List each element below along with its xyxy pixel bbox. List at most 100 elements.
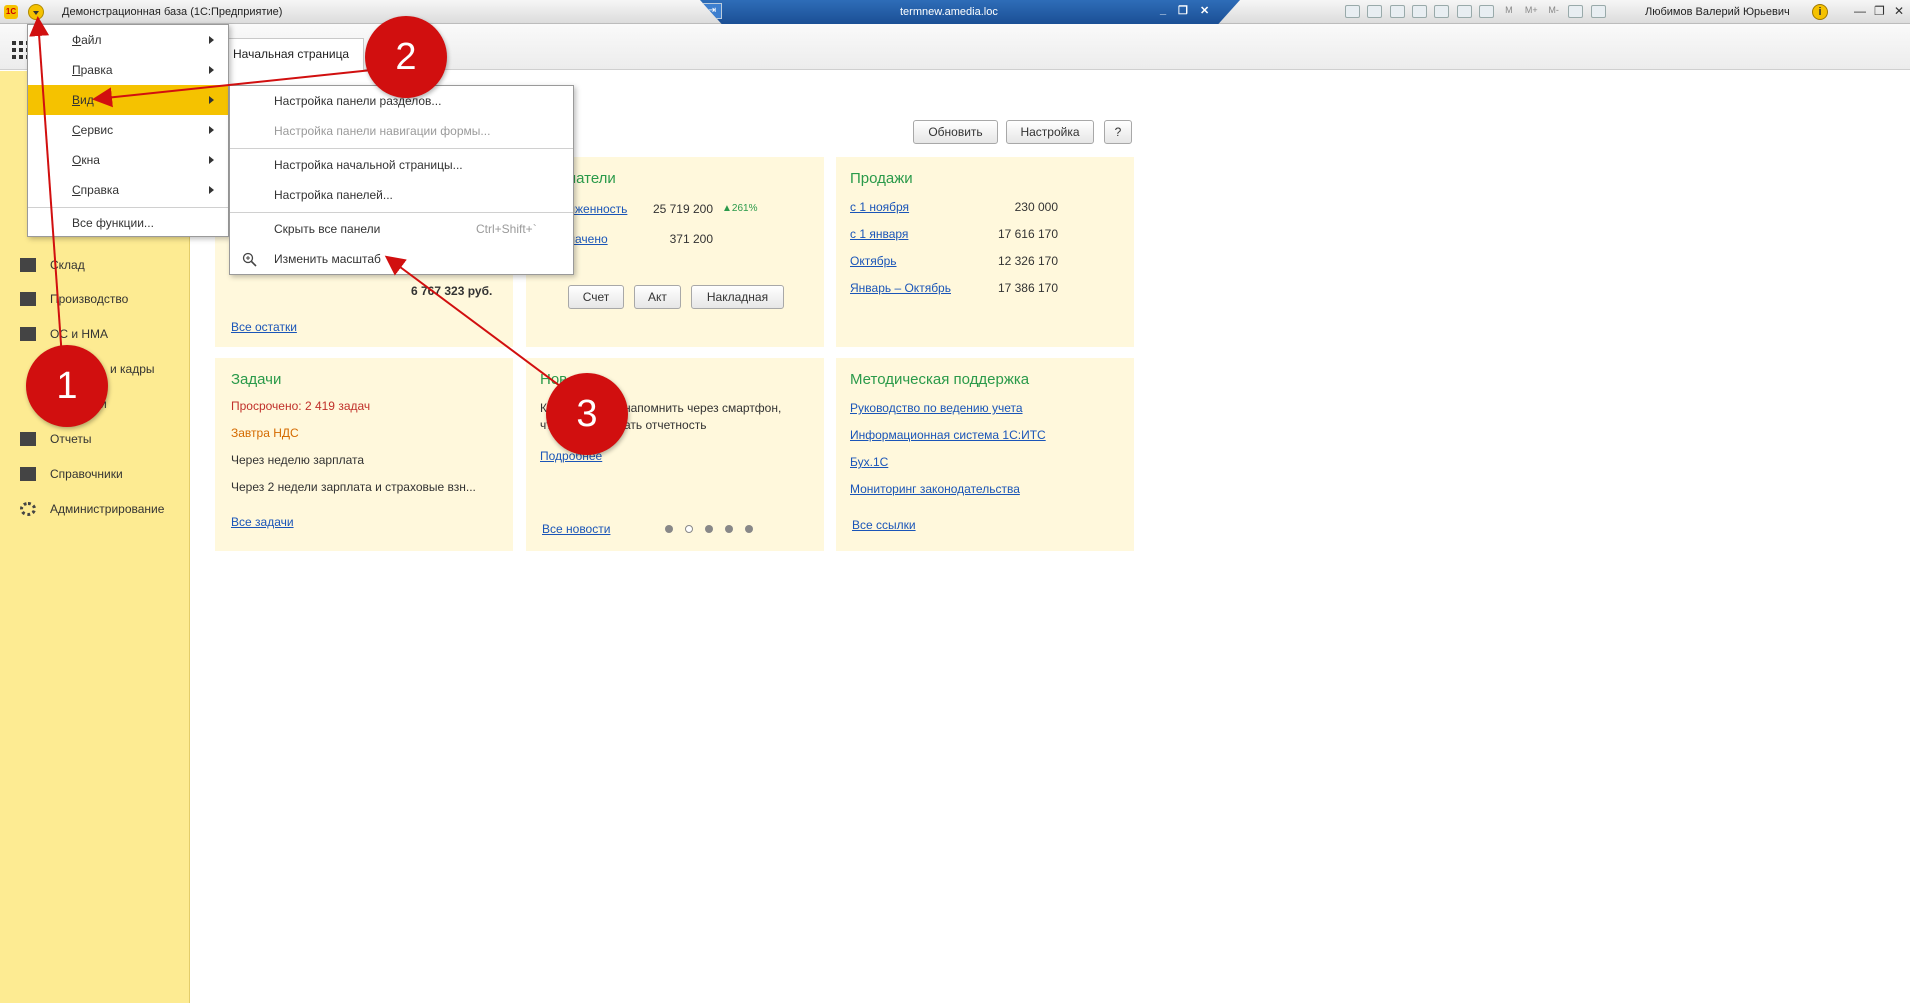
sidebar-item-catalogs[interactable]: Справочники bbox=[20, 464, 123, 484]
sidebar-item-label: Администрирование bbox=[50, 502, 165, 516]
settings-button[interactable]: Настройка bbox=[1006, 120, 1094, 144]
news-page-dot[interactable] bbox=[745, 525, 753, 533]
pin-icon[interactable]: ⇥ bbox=[702, 3, 722, 19]
save-icon[interactable] bbox=[1345, 5, 1360, 18]
sales-row-value: 17 616 170 bbox=[997, 227, 1058, 241]
debt-value: 25 719 200 bbox=[652, 202, 713, 216]
tasks-panel: Задачи Просрочено: 2 419 задач Завтра НД… bbox=[215, 358, 513, 551]
tasks-overdue[interactable]: Просрочено: 2 419 задач bbox=[231, 399, 370, 413]
support-link[interactable]: Руководство по ведению учета bbox=[850, 401, 1023, 415]
remote-minimize-button[interactable]: _ bbox=[1160, 4, 1166, 16]
sales-row-link[interactable]: с 1 января bbox=[850, 227, 908, 241]
support-panel: Методическая поддержка Руководство по ве… bbox=[836, 358, 1134, 551]
act-button[interactable]: Акт bbox=[634, 285, 681, 309]
remote-host: termnew.amedia.loc bbox=[900, 6, 998, 18]
warehouse-icon bbox=[20, 258, 36, 272]
annotation-marker: 2 bbox=[365, 16, 447, 98]
remote-close-button[interactable]: ✕ bbox=[1200, 4, 1209, 17]
submenu-panels-settings[interactable]: Настройка панелей... bbox=[230, 180, 573, 210]
sales-row-value: 12 326 170 bbox=[997, 254, 1058, 268]
shortcut-label: Ctrl+Shift+` bbox=[476, 222, 537, 236]
menu-item-service[interactable]: Сервис bbox=[28, 115, 228, 145]
support-link[interactable]: Бух.1С bbox=[850, 455, 888, 469]
memory-mminus-button[interactable]: M- bbox=[1546, 5, 1561, 18]
attach-icon[interactable] bbox=[1412, 5, 1428, 18]
all-balances-link[interactable]: Все остатки bbox=[231, 320, 297, 334]
annotation-marker: 1 bbox=[26, 345, 108, 427]
sidebar-item-label: Склад bbox=[50, 258, 85, 272]
menu-item-file[interactable]: Файл bbox=[28, 25, 228, 55]
zoom-icon bbox=[242, 252, 257, 267]
menu-item-help[interactable]: Справка bbox=[28, 175, 228, 205]
news-page-dot[interactable] bbox=[705, 525, 713, 533]
tasks-tomorrow[interactable]: Завтра НДС bbox=[231, 426, 299, 440]
factory-icon bbox=[20, 292, 36, 306]
sales-row-value: 17 386 170 bbox=[997, 281, 1058, 295]
sidebar-item-administration[interactable]: Администрирование bbox=[20, 499, 164, 519]
print-icon[interactable] bbox=[1367, 5, 1383, 18]
memory-mplus-button[interactable]: M+ bbox=[1524, 5, 1539, 18]
support-link[interactable]: Мониторинг законодательства bbox=[850, 482, 1020, 496]
debt-link[interactable]: лженность bbox=[568, 202, 627, 216]
sidebar-item-warehouse[interactable]: Склад bbox=[20, 255, 85, 275]
memory-m-button[interactable]: M bbox=[1501, 5, 1516, 18]
help-button[interactable]: ? bbox=[1104, 120, 1132, 144]
zoom-icon[interactable] bbox=[1568, 5, 1584, 18]
news-page-dot-active[interactable] bbox=[685, 525, 693, 533]
tasks-two-weeks[interactable]: Через 2 недели зарплата и страховые взн.… bbox=[231, 480, 476, 494]
support-link[interactable]: Информационная система 1С:ИТС bbox=[850, 428, 1046, 442]
menu-item-view[interactable]: Вид bbox=[28, 85, 228, 115]
sidebar-item-label: и кадры bbox=[110, 362, 155, 376]
menu-item-all-functions[interactable]: Все функции... bbox=[28, 208, 228, 238]
title-bar: 1С Демонстрационная база (1С:Предприятие… bbox=[0, 0, 1910, 24]
submenu-home-page-settings[interactable]: Настройка начальной страницы... bbox=[230, 150, 573, 180]
all-news-link[interactable]: Все новости bbox=[542, 522, 610, 536]
tab-home-page[interactable]: Начальная страница bbox=[218, 38, 365, 70]
link-icon[interactable] bbox=[1434, 5, 1450, 18]
sidebar-item-production[interactable]: Производство bbox=[20, 289, 128, 309]
restore-button[interactable]: ❐ bbox=[1874, 4, 1885, 18]
sidebar-item-label: ОС и НМА bbox=[50, 327, 109, 341]
tasks-week[interactable]: Через неделю зарплата bbox=[231, 453, 364, 467]
sidebar-item-staff[interactable]: и кадры bbox=[110, 359, 155, 379]
sales-title: Продажи bbox=[850, 170, 913, 187]
balances-total: 6 767 323 руб. bbox=[411, 284, 493, 298]
submenu-form-navigation-settings: Настройка панели навигации формы... bbox=[274, 124, 491, 138]
minimize-button[interactable]: — bbox=[1854, 4, 1866, 18]
chevron-right-icon bbox=[209, 156, 214, 164]
waybill-button[interactable]: Накладная bbox=[691, 285, 784, 309]
refresh-button[interactable]: Обновить bbox=[913, 120, 998, 144]
remote-restore-button[interactable]: ❐ bbox=[1178, 4, 1188, 17]
preview-icon[interactable] bbox=[1389, 5, 1405, 18]
info-icon[interactable]: i bbox=[1812, 4, 1828, 20]
all-links-link[interactable]: Все ссылки bbox=[852, 518, 916, 532]
tasks-title: Задачи bbox=[231, 371, 282, 388]
sidebar-item-fixed-assets[interactable]: ОС и НМА bbox=[20, 324, 108, 344]
invoice-button[interactable]: Счет bbox=[568, 285, 624, 309]
menu-separator bbox=[230, 148, 573, 149]
calculator-icon[interactable] bbox=[1456, 5, 1472, 18]
all-tasks-link[interactable]: Все задачи bbox=[231, 515, 294, 529]
sidebar-item-label: Отчеты bbox=[50, 432, 92, 446]
chevron-right-icon bbox=[209, 186, 214, 194]
current-user[interactable]: Любимов Валерий Юрьевич bbox=[1645, 6, 1790, 18]
sales-row-link[interactable]: Октябрь bbox=[850, 254, 897, 268]
panels-icon[interactable] bbox=[1590, 5, 1606, 18]
sales-row-link[interactable]: с 1 ноября bbox=[850, 200, 909, 214]
news-page-dot[interactable] bbox=[725, 525, 733, 533]
close-button[interactable]: ✕ bbox=[1894, 4, 1904, 18]
sales-row-link[interactable]: Январь – Октябрь bbox=[850, 281, 951, 295]
main-menu-button[interactable] bbox=[28, 4, 44, 20]
buyers-title: патели bbox=[568, 170, 616, 187]
calendar-icon[interactable] bbox=[1479, 5, 1495, 18]
menu-item-windows[interactable]: Окна bbox=[28, 145, 228, 175]
chart-icon bbox=[20, 432, 36, 446]
chevron-right-icon bbox=[209, 66, 214, 74]
app-title: Демонстрационная база (1С:Предприятие) bbox=[62, 6, 283, 18]
sidebar-item-reports[interactable]: Отчеты bbox=[20, 429, 91, 449]
menu-item-edit[interactable]: Правка bbox=[28, 55, 228, 85]
news-page-dot[interactable] bbox=[665, 525, 673, 533]
submenu-hide-all-panels[interactable]: Скрыть все панели Ctrl+Shift+` bbox=[230, 214, 573, 244]
submenu-change-zoom[interactable]: Изменить масштаб bbox=[230, 244, 573, 274]
chevron-right-icon bbox=[209, 126, 214, 134]
